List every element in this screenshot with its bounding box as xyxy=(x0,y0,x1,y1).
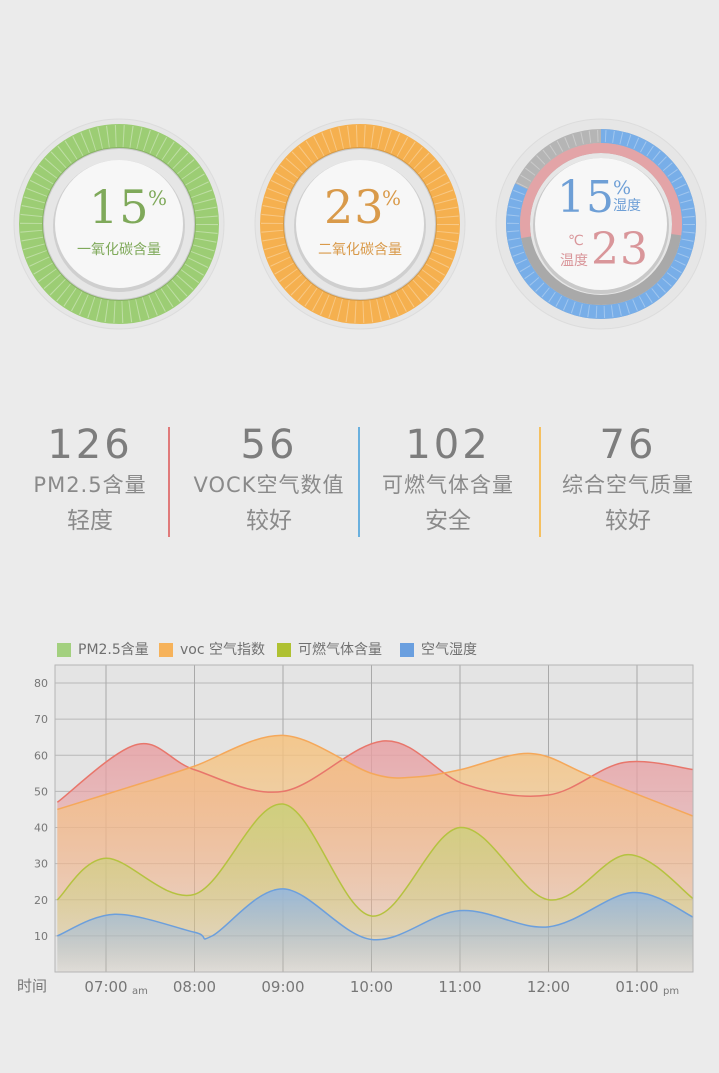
x-tick-label: 07:00 xyxy=(84,978,127,996)
humidity-value: 15 xyxy=(557,172,615,223)
humidity-unit: % xyxy=(613,177,632,199)
co2-unit: % xyxy=(382,186,402,210)
air-quality-area-chart: 10 20 30 40 50 60 70 80 07:00 am 08:00 09:00 10:00 11… xyxy=(17,664,694,997)
x-tick-suffix: am xyxy=(132,986,148,997)
x-axis-label: 时间 xyxy=(17,977,47,995)
legend-swatch xyxy=(159,643,173,657)
stat-pm25: 126 PM2.5含量 轻度 xyxy=(0,422,180,540)
temperature-label: 温度 xyxy=(560,253,588,269)
legend-label: 空气湿度 xyxy=(421,642,477,658)
combustible-gas-value: 102 xyxy=(405,422,491,468)
x-tick-suffix: pm xyxy=(663,986,679,997)
y-tick-label: 40 xyxy=(34,822,48,835)
co-unit: % xyxy=(148,186,168,210)
air-quality-value: 76 xyxy=(599,422,657,468)
humidity-label: 湿度 xyxy=(613,198,641,214)
pm25-value: 126 xyxy=(47,422,133,468)
legend-label: 可燃气体含量 xyxy=(298,642,382,658)
co2-label: 二氧化碳含量 xyxy=(318,242,402,258)
y-tick-label: 70 xyxy=(34,713,48,726)
x-tick-label: 10:00 xyxy=(350,978,393,996)
co2-gauge: 23 % 二氧化碳含量 xyxy=(254,118,466,330)
x-tick-label: 09:00 xyxy=(261,978,304,996)
air-quality-level: 较好 xyxy=(605,508,651,534)
temperature-value: 23 xyxy=(591,224,649,275)
voc-value: 56 xyxy=(240,422,298,468)
voc-name: VOCK空气数值 xyxy=(193,473,345,497)
legend-swatch xyxy=(57,643,71,657)
legend-swatch xyxy=(400,643,414,657)
y-tick-label: 20 xyxy=(34,894,48,907)
x-tick-label: 11:00 xyxy=(438,978,481,996)
humidity-temperature-gauge: 15 % 湿度 ℃ 温度 23 xyxy=(495,118,707,330)
x-tick-label: 12:00 xyxy=(527,978,570,996)
pm25-level: 轻度 xyxy=(67,508,113,534)
legend-swatch xyxy=(277,643,291,657)
temperature-unit: ℃ xyxy=(568,233,584,249)
stat-combustible-gas: 102 可燃气体含量 安全 xyxy=(358,422,538,540)
stat-air-quality: 76 综合空气质量 较好 xyxy=(538,422,718,540)
co2-value: 23 xyxy=(324,180,385,234)
co-gauge: 15 % 一氧化碳含量 xyxy=(13,118,225,330)
legend-label: PM2.5含量 xyxy=(78,642,149,658)
y-tick-label: 60 xyxy=(34,749,48,762)
y-tick-label: 10 xyxy=(34,930,48,943)
x-tick-label: 08:00 xyxy=(173,978,216,996)
y-tick-label: 30 xyxy=(34,858,48,871)
combustible-gas-name: 可燃气体含量 xyxy=(382,473,514,497)
stat-divider xyxy=(168,427,170,537)
legend-label: voc 空气指数 xyxy=(180,642,265,658)
x-tick-label: 01:00 xyxy=(615,978,658,996)
co-value: 15 xyxy=(89,180,150,234)
pm25-name: PM2.5含量 xyxy=(33,473,147,497)
voc-level: 较好 xyxy=(246,508,292,534)
y-tick-label: 50 xyxy=(34,785,48,798)
stat-voc: 56 VOCK空气数值 较好 xyxy=(179,422,359,540)
co-label: 一氧化碳含量 xyxy=(77,242,161,258)
air-quality-name: 综合空气质量 xyxy=(562,473,694,497)
y-tick-label: 80 xyxy=(34,677,48,690)
combustible-gas-level: 安全 xyxy=(425,508,471,534)
